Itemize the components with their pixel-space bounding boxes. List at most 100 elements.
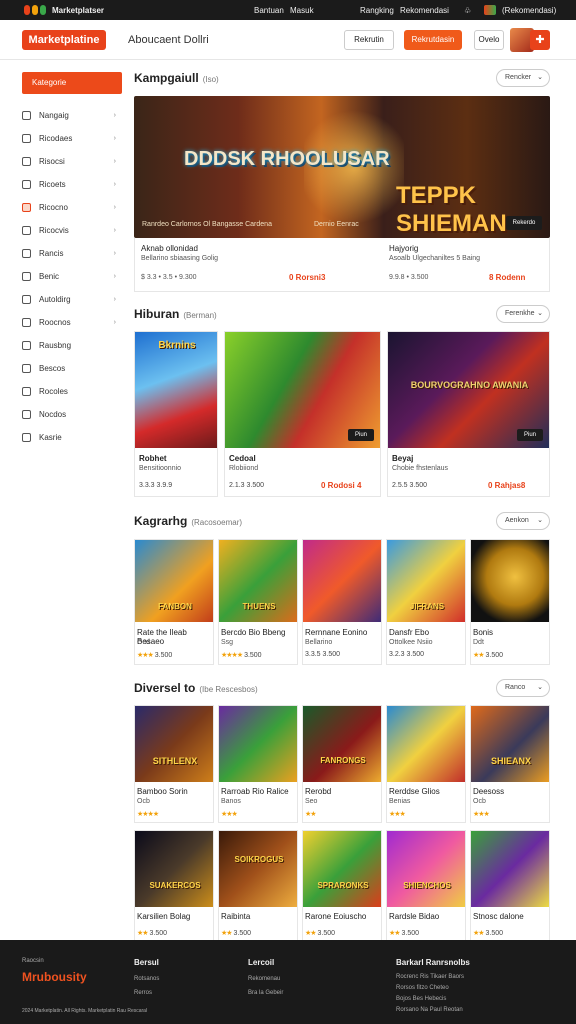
sidebar-item-0[interactable]: Nangaig › <box>22 104 122 127</box>
sidebar: Kategorie Nangaig › Ricodaes › Risocsi › Ri… <box>22 72 122 449</box>
topbar-link-recommend[interactable]: Rekomendasi <box>400 6 449 15</box>
footer: Raocsin Mrubousity 2024 Marketplatin. Al… <box>0 940 576 1024</box>
sort-dropdown-featured[interactable]: Rencker ⌄ <box>496 69 550 87</box>
footer-link[interactable]: Rocrenc Ris Tikaer Baors <box>396 974 464 980</box>
game-thumbnail: SHIEANX <box>471 706 549 782</box>
chevron-right-icon: › <box>113 181 116 188</box>
game-desc: Bensitioonnio <box>139 465 182 472</box>
section-subtitle: (Ibe Rescesbos) <box>199 685 258 694</box>
category-icon <box>22 134 31 143</box>
footer-link[interactable]: Rorsos fitzo Cheteo <box>396 985 449 991</box>
sort-dropdown-kagrarhg[interactable]: Aenkon ⌄ <box>496 512 550 530</box>
footer-link[interactable]: Bra la Gebeir <box>248 990 283 996</box>
game-card[interactable]: Rarroab Rio Ralice Banos ★★★ <box>218 705 298 823</box>
sidebar-item-11[interactable]: Bescos <box>22 357 122 380</box>
game-card[interactable]: Bkrnins Robhet Bensitioonnio 3.3.3 3.9.9 <box>134 331 218 497</box>
game-card[interactable]: THUENS Bercdo Bio Bbeng Ssg ★★★★ 3.500 <box>218 539 298 665</box>
sidebar-item-7[interactable]: Benic › <box>22 265 122 288</box>
game-card[interactable]: SHIENCHOS Rardsle Bidao ★★ 3.500 <box>386 830 466 942</box>
sidebar-item-3[interactable]: Ricoets › <box>22 173 122 196</box>
game-card[interactable]: SHIEANX Deesoss Ocb ★★★ <box>470 705 550 823</box>
footer-link[interactable]: Bojos Bes Hebecis <box>396 996 446 1002</box>
bell-icon[interactable]: ♧ <box>464 6 471 15</box>
sidebar-item-10[interactable]: Rausbng <box>22 334 122 357</box>
game-card[interactable]: FANBON Rate the Ileab Besaeo Ocd ★★★ 3.5… <box>134 539 214 665</box>
sidebar-item-1[interactable]: Ricodaes › <box>22 127 122 150</box>
game-thumbnail: SPRARONKS <box>303 831 381 907</box>
game-card[interactable]: Stnosc dalone ★★ 3.500 <box>470 830 550 942</box>
game-card[interactable]: Rernnane Eonino Bellarino 3.3.5 3.500 <box>302 539 382 665</box>
sidebar-item-label: Benic <box>39 272 60 281</box>
category-icon <box>22 318 31 327</box>
header-button-1[interactable]: Rekrutin <box>344 30 394 50</box>
game-tag: 0 Rahjas8 <box>488 481 526 490</box>
header-button-primary[interactable]: Rekrutdasin <box>404 30 462 50</box>
hero-info-right[interactable]: Hajyorig Asoalb Ulgechaniltes 5 Baing <box>389 244 480 262</box>
footer-brand[interactable]: Mrubousity <box>22 970 87 984</box>
sort-dropdown-hiburan[interactable]: Ferenkhe ⌄ <box>496 305 550 323</box>
sidebar-item-9[interactable]: Roocnos › <box>22 311 122 334</box>
sidebar-item-label: Nocdos <box>39 410 67 419</box>
hero-info-left[interactable]: Aknab ollonidad Bellarino sbiaasing Golig <box>141 244 218 262</box>
game-rating: ★★★ <box>389 810 406 818</box>
game-card[interactable]: JIFRANS Dansfr Ebo Ottolkee Nsiio 3.2.3 … <box>386 539 466 665</box>
game-card[interactable]: FANRONGS Rerobd Seo ★★ <box>302 705 382 823</box>
game-card[interactable]: BOURVOGRAHNO AWANIA Piun Beyaj Chobie fh… <box>387 331 550 497</box>
game-card[interactable]: SPRARONKS Rarone Eoiuscho ★★ 3.500 <box>302 830 382 942</box>
footer-link[interactable]: Rekomenau <box>248 976 280 982</box>
sidebar-header[interactable]: Kategorie <box>22 72 122 94</box>
category-icon <box>22 111 31 120</box>
game-card[interactable]: SOIKROGUS Raibinta ★★ 3.500 <box>218 830 298 942</box>
brand-logo[interactable]: Marketplatine <box>22 30 106 50</box>
game-card[interactable]: Rerddse Glios Benias ★★★ <box>386 705 466 823</box>
game-card[interactable]: SITHLENX Bamboo Sorin Ocb ★★★★ <box>134 705 214 823</box>
sidebar-item-8[interactable]: Autoldirg › <box>22 288 122 311</box>
hero-banner[interactable]: DDDSK RHOOLUSAR TEPPK SHIEMAN Ranrdeo Ca… <box>134 96 550 238</box>
section-title-text: Diversel to <box>134 681 196 695</box>
sidebar-item-label: Kasrie <box>39 433 62 442</box>
sidebar-item-6[interactable]: Rancis › <box>22 242 122 265</box>
topbar-brand[interactable]: Marketplatser <box>52 6 104 15</box>
footer-link[interactable]: Rotsanos <box>134 976 159 982</box>
play-button[interactable]: Piun <box>517 429 543 441</box>
sidebar-item-14[interactable]: Kasrie <box>22 426 122 449</box>
topbar-account[interactable]: (Rekomendasi) <box>502 6 556 15</box>
sidebar-item-5[interactable]: Ricocvis › <box>22 219 122 242</box>
sidebar-item-label: Ricoets <box>39 180 66 189</box>
game-card[interactable]: Piun Cedoal Rlobiiond 2.1.3 3.500 0 Rodo… <box>224 331 381 497</box>
chevron-right-icon: › <box>113 319 116 326</box>
topbar-link-ranking[interactable]: Rangking <box>360 6 394 15</box>
hero-button[interactable]: Rekerdo <box>506 216 542 230</box>
footer-link[interactable]: Rorsano Na Paul Reotan <box>396 1007 463 1013</box>
chevron-right-icon: › <box>113 273 116 280</box>
sort-dropdown-diversel[interactable]: Ranco ⌄ <box>496 679 550 697</box>
thumbnail-title: FANRONGS <box>320 756 366 765</box>
game-rating: ★★ 3.500 <box>221 930 252 937</box>
hero-caption-right: Dernio Eenrac <box>314 221 359 228</box>
play-button[interactable]: Piun <box>348 429 374 441</box>
category-icon <box>22 226 31 235</box>
cart-icon[interactable]: ✚ <box>530 30 550 50</box>
thumbnail-title: SUAKERCOS <box>149 881 201 890</box>
sidebar-item-4[interactable]: Ricocno › <box>22 196 122 219</box>
category-icon <box>22 387 31 396</box>
game-thumbnail <box>471 540 549 622</box>
game-card[interactable]: SUAKERCOS Karsilien Bolag ★★ 3.500 <box>134 830 214 942</box>
sidebar-item-13[interactable]: Nocdos <box>22 403 122 426</box>
chevron-right-icon: › <box>113 112 116 119</box>
game-card[interactable]: Bonis Ddt ★★ 3.500 <box>470 539 550 665</box>
game-desc: Chobie fhstenlaus <box>392 465 449 472</box>
game-thumbnail: SOIKROGUS <box>219 831 297 907</box>
footer-col-heading: Barkarl Ranrsnolbs <box>396 958 470 967</box>
flag-icon[interactable] <box>484 5 496 15</box>
header: Marketplatine Aboucaent Dollri Rekrutin … <box>0 20 576 60</box>
game-desc: Ocb <box>473 798 486 805</box>
sidebar-item-2[interactable]: Risocsi › <box>22 150 122 173</box>
topbar-link-help[interactable]: Bantuan <box>254 6 284 15</box>
footer-link[interactable]: Rerros <box>134 990 152 996</box>
header-button-3[interactable]: Ovelo <box>474 30 504 50</box>
category-icon <box>22 341 31 350</box>
game-rating: 3.2.3 3.500 <box>389 651 425 658</box>
sidebar-item-12[interactable]: Rocoles <box>22 380 122 403</box>
topbar-link-login[interactable]: Masuk <box>290 6 314 15</box>
